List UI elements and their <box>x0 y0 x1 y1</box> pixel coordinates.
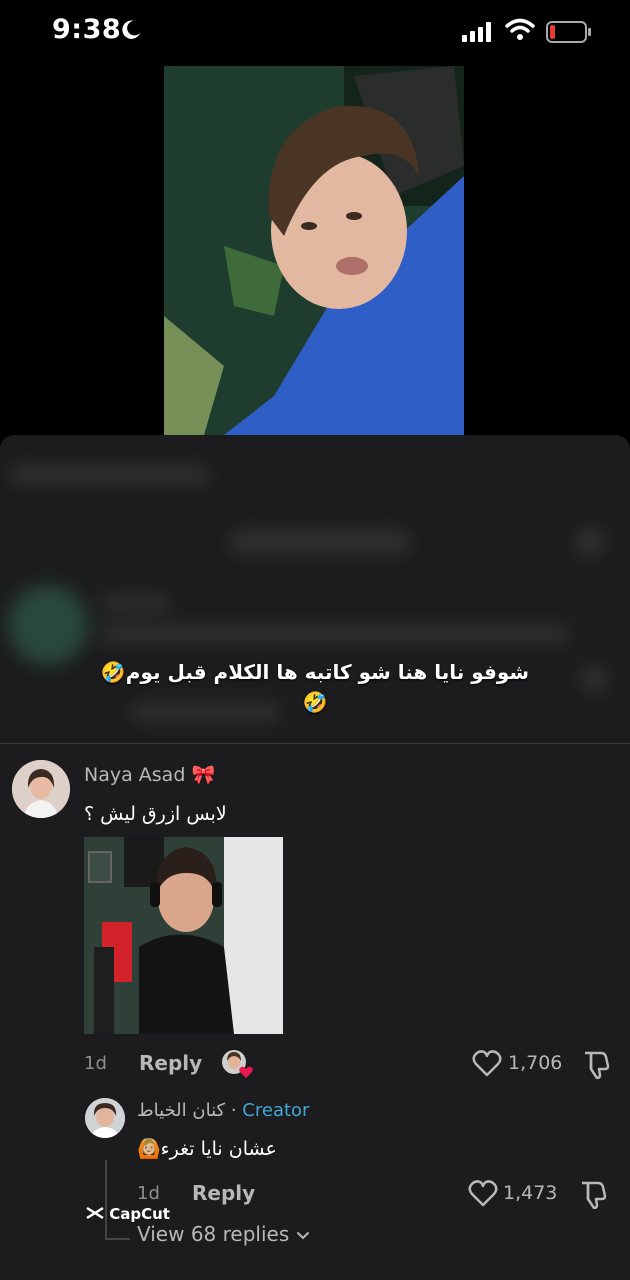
view-replies-button[interactable]: View 68 replies <box>137 1222 310 1246</box>
thread-connector <box>105 1238 130 1240</box>
reply-to-reply-button[interactable]: Reply <box>192 1181 255 1205</box>
capcut-logo-icon <box>86 1206 104 1220</box>
view-replies-label: View 68 replies <box>137 1222 290 1246</box>
comment-age: 1d <box>84 1053 107 1074</box>
creator-liked-badge <box>221 1049 255 1079</box>
avatar[interactable] <box>12 760 70 818</box>
comment-photo-image <box>84 837 283 1034</box>
status-time: 9:38 <box>52 14 122 45</box>
comments-sheet: شوفو نايا هنا شو كاتبه ها الكلام قبل يوم… <box>0 435 630 1280</box>
creator-badge: Creator <box>242 1100 310 1121</box>
comment-photo[interactable] <box>84 837 283 1034</box>
dislike-icon[interactable] <box>581 1049 611 1083</box>
moon-icon <box>122 20 141 39</box>
reply-like-count: 1,473 <box>503 1182 558 1204</box>
reply-author-name[interactable]: كنان الخياط <box>137 1100 225 1121</box>
divider <box>0 743 630 744</box>
chevron-down-icon <box>296 1232 309 1240</box>
comment-text: لابس ازرق ليش ؟ <box>84 803 227 825</box>
avatar-image <box>12 760 70 818</box>
status-bar: 9:38 <box>0 0 630 64</box>
video-player[interactable] <box>164 66 464 435</box>
bow-emoji: 🎀 <box>191 764 216 786</box>
reply-text: عشان نايا تغرء🙆🏼 <box>137 1138 277 1160</box>
comment-author[interactable]: Naya Asad 🎀 <box>84 763 215 786</box>
reply-button[interactable]: Reply <box>139 1051 202 1075</box>
video-overlay-caption: شوفو نايا هنا شو كاتبه ها الكلام قبل يوم… <box>100 660 530 714</box>
battery-icon <box>546 21 591 43</box>
video-frame <box>164 66 464 435</box>
reply-dislike-icon[interactable] <box>578 1179 608 1213</box>
liked-by-creator-icon <box>222 1050 253 1078</box>
capcut-watermark-text: CapCut <box>109 1205 170 1223</box>
reply-avatar-image <box>85 1098 125 1138</box>
separator-dot: · <box>230 1100 237 1121</box>
reply-heart-icon[interactable] <box>468 1179 498 1211</box>
reply-avatar[interactable] <box>85 1098 125 1138</box>
like-count: 1,706 <box>508 1052 563 1074</box>
reply-author-line: كنان الخياط · Creator <box>137 1100 309 1121</box>
capcut-watermark: CapCut <box>86 1205 170 1223</box>
wifi-icon <box>505 18 535 40</box>
signal-icon <box>462 22 491 42</box>
reply-age: 1d <box>137 1183 160 1204</box>
comment-author-name[interactable]: Naya Asad <box>84 764 185 786</box>
heart-icon[interactable] <box>472 1049 502 1081</box>
thread-line <box>105 1160 107 1240</box>
